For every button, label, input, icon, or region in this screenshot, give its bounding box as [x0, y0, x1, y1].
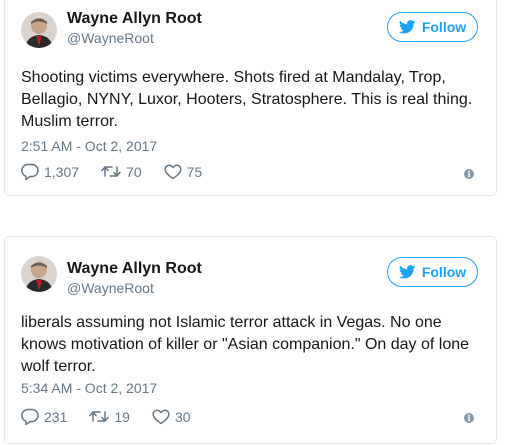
like-button[interactable]: 30 — [152, 409, 191, 425]
follow-label: Follow — [421, 264, 467, 280]
retweet-count: 19 — [114, 408, 130, 425]
reply-icon — [21, 163, 39, 180]
heart-icon — [164, 164, 182, 180]
tweet-actions: 231 19 30 — [21, 408, 213, 425]
twitter-bird-icon — [398, 265, 416, 279]
tweet-timestamp[interactable]: 5:34 AM - Oct 2, 2017 — [21, 380, 157, 396]
author-name[interactable]: Wayne Allyn Root — [67, 260, 202, 278]
retweet-button[interactable]: 19 — [89, 409, 130, 425]
tweet-card: Wayne Allyn Root @WayneRoot Follow liber… — [4, 236, 497, 444]
like-count: 75 — [186, 163, 203, 180]
follow-button[interactable]: Follow — [387, 12, 478, 42]
like-button[interactable]: 75 — [164, 163, 203, 180]
twitter-bird-icon — [398, 20, 416, 34]
tweet-text: liberals assuming not Islamic terror att… — [21, 314, 470, 375]
avatar[interactable] — [21, 256, 57, 292]
reply-icon — [21, 408, 39, 425]
retweet-count: 70 — [126, 163, 142, 180]
info-icon[interactable]: i — [464, 169, 474, 179]
tweet-card: Wayne Allyn Root @WayneRoot Follow Shoot… — [4, 0, 497, 196]
like-count: 30 — [174, 408, 191, 425]
info-icon[interactable]: i — [464, 413, 474, 423]
avatar[interactable] — [21, 12, 57, 48]
author-name[interactable]: Wayne Allyn Root — [67, 10, 202, 28]
retweet-icon — [101, 164, 121, 179]
tweet-timestamp[interactable]: 2:51 AM - Oct 2, 2017 — [21, 138, 157, 154]
author-handle[interactable]: @WayneRoot — [67, 280, 154, 296]
reply-button[interactable]: 231 — [21, 408, 67, 425]
retweet-button[interactable]: 70 — [101, 164, 142, 180]
reply-count: 231 — [44, 408, 68, 425]
tweet-actions: 1,307 70 75 — [21, 163, 224, 180]
reply-count: 1,307 — [44, 163, 80, 180]
tweet-text: Shooting victims everywhere. Shots fired… — [21, 69, 473, 130]
follow-label: Follow — [421, 19, 467, 35]
heart-icon — [152, 409, 170, 425]
reply-button[interactable]: 1,307 — [21, 163, 79, 180]
author-handle[interactable]: @WayneRoot — [67, 30, 154, 46]
retweet-icon — [89, 409, 110, 424]
follow-button[interactable]: Follow — [387, 257, 478, 287]
